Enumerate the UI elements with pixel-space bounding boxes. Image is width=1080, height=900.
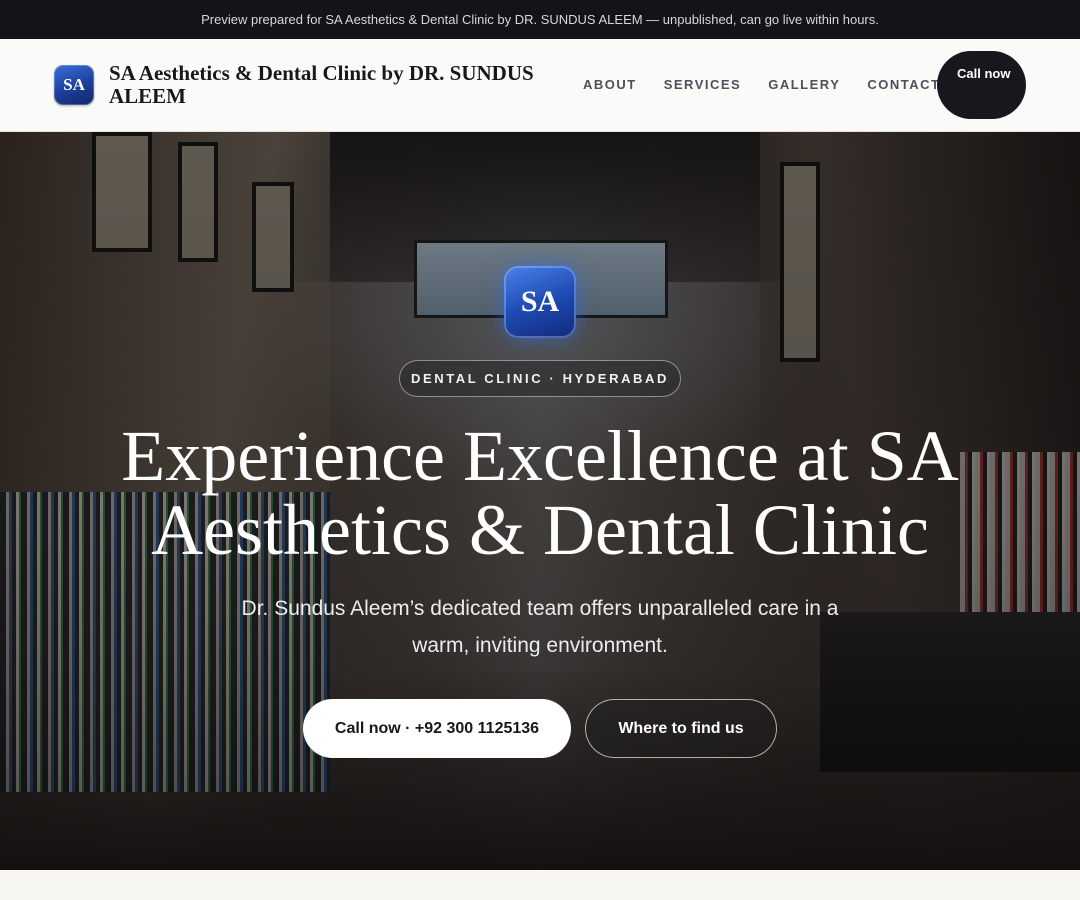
logo-icon[interactable]: SA (54, 65, 94, 105)
hero-logo-icon: SA (504, 266, 576, 338)
call-now-button[interactable]: Call now · +92 300 1125136 (303, 699, 571, 758)
next-section-edge (0, 870, 1080, 900)
where-to-find-us-button[interactable]: Where to find us (585, 699, 777, 758)
preview-banner-text: Preview prepared for SA Aesthetics & Den… (201, 12, 879, 27)
main-nav: ABOUT SERVICES GALLERY CONTACT (583, 77, 940, 92)
header-call-button[interactable]: Call now (937, 51, 1026, 119)
preview-banner: Preview prepared for SA Aesthetics & Den… (0, 0, 1080, 39)
nav-gallery[interactable]: GALLERY (768, 77, 840, 92)
nav-services[interactable]: SERVICES (664, 77, 742, 92)
hero-tag: DENTAL CLINIC · HYDERABAD (399, 360, 681, 397)
nav-contact[interactable]: CONTACT (867, 77, 940, 92)
hero-section: SA DENTAL CLINIC · HYDERABAD Experience … (0, 132, 1080, 870)
nav-about[interactable]: ABOUT (583, 77, 637, 92)
site-header: SA SA Aesthetics & Dental Clinic by DR. … (0, 39, 1080, 132)
brand-name[interactable]: SA Aesthetics & Dental Clinic by DR. SUN… (109, 62, 579, 108)
hero-subtitle: Dr. Sundus Aleem’s dedicated team offers… (241, 597, 839, 657)
hero-title: Experience Excellence at SA Aesthetics &… (121, 416, 959, 570)
